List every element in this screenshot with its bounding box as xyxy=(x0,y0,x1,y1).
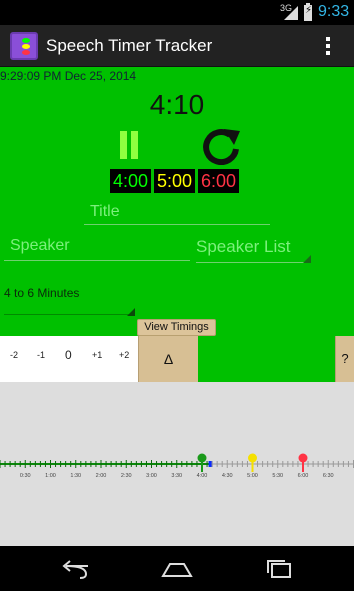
signal-icon xyxy=(284,6,298,20)
timeline-tick-label: 5:30 xyxy=(272,473,283,479)
view-timings-button[interactable]: View Timings xyxy=(137,319,216,336)
timeline-tick-label: 0:30 xyxy=(20,473,31,479)
timeline-tick-label: 6:30 xyxy=(323,473,334,479)
recent-apps-icon[interactable] xyxy=(263,558,297,580)
timeline-tick-label: 4:00 xyxy=(197,473,208,479)
green-time-badge[interactable]: 4:00 xyxy=(110,169,152,193)
timeline-chart[interactable]: 0:30 1:00 1:30 2:00 2:30 3:00 3:30 4:00 4:30 5:00… xyxy=(0,382,354,546)
speaker-placeholder: Speaker xyxy=(10,237,70,254)
timeline-tick-label: 1:30 xyxy=(70,473,81,479)
pause-button[interactable] xyxy=(120,131,140,159)
timeline-tick-label: 3:30 xyxy=(171,473,182,479)
timeline-tick-label: 5:00 xyxy=(247,473,258,479)
help-button[interactable]: ? xyxy=(335,336,354,382)
timing-option-dropdown[interactable]: 4 to 6 Minutes xyxy=(4,286,135,316)
green-light-icon xyxy=(22,38,30,43)
app-title: Speech Timer Tracker xyxy=(46,36,213,55)
title-placeholder: Title xyxy=(90,203,120,220)
reset-button[interactable] xyxy=(200,127,242,165)
red-time-badge[interactable]: 6:00 xyxy=(198,169,240,193)
home-icon[interactable] xyxy=(160,558,194,580)
timing-option-value: 4 to 6 Minutes xyxy=(4,286,80,300)
yellow-time-badge[interactable]: 5:00 xyxy=(154,169,196,193)
delta-button[interactable]: Δ xyxy=(138,336,198,382)
adjust-zero[interactable]: 0 xyxy=(65,348,72,362)
green-marker xyxy=(197,453,207,463)
adjust-minus-1[interactable]: -1 xyxy=(37,350,45,360)
timeline-tick-label: 3:00 xyxy=(146,473,157,479)
speaker-list-label: Speaker List xyxy=(196,237,291,256)
timer-panel: 9:29:09 PM Dec 25, 2014 4:10 4:00 5:00 6… xyxy=(0,67,354,336)
back-icon[interactable] xyxy=(58,558,92,580)
red-light-icon xyxy=(22,50,30,55)
adjust-plus-2[interactable]: +2 xyxy=(119,350,129,360)
current-datetime: 9:29:09 PM Dec 25, 2014 xyxy=(0,69,137,83)
status-bar: 3G ⚡ 9:33 xyxy=(0,0,354,25)
timeline-area: 0:30 1:00 1:30 2:00 2:30 3:00 3:30 4:00 4:30 5:00… xyxy=(0,382,354,546)
adjust-spacer xyxy=(198,336,335,382)
dropdown-arrow-icon xyxy=(303,255,311,263)
yellow-marker xyxy=(248,453,257,463)
elapsed-timer: 4:10 xyxy=(149,89,205,120)
action-bar: Speech Timer Tracker xyxy=(0,25,354,67)
timeline-tick-label: 1:00 xyxy=(45,473,56,479)
adjust-minus-2[interactable]: -2 xyxy=(10,350,18,360)
red-marker xyxy=(298,453,308,463)
dropdown-arrow-icon xyxy=(127,308,135,316)
pause-icon xyxy=(120,131,127,159)
navigation-bar xyxy=(0,546,354,591)
timeline-tick-label: 6:00 xyxy=(298,473,309,479)
adjust-plus-1[interactable]: +1 xyxy=(92,350,102,360)
app-icon[interactable] xyxy=(10,32,38,60)
time-adjust-bar: -2 -1 0 +1 +2 xyxy=(0,336,138,382)
timeline-tick-label: 2:00 xyxy=(96,473,107,479)
charging-icon: ⚡ xyxy=(305,5,313,16)
yellow-light-icon xyxy=(22,44,30,49)
title-input[interactable]: Title xyxy=(84,203,270,225)
timeline-tick-label: 4:30 xyxy=(222,473,233,479)
speaker-list-dropdown[interactable]: Speaker List xyxy=(196,237,311,263)
speaker-input[interactable]: Speaker xyxy=(4,237,190,261)
timeline-tick-label: 2:30 xyxy=(121,473,132,479)
status-clock: 9:33 xyxy=(318,3,350,20)
overflow-menu-icon[interactable] xyxy=(322,35,334,57)
